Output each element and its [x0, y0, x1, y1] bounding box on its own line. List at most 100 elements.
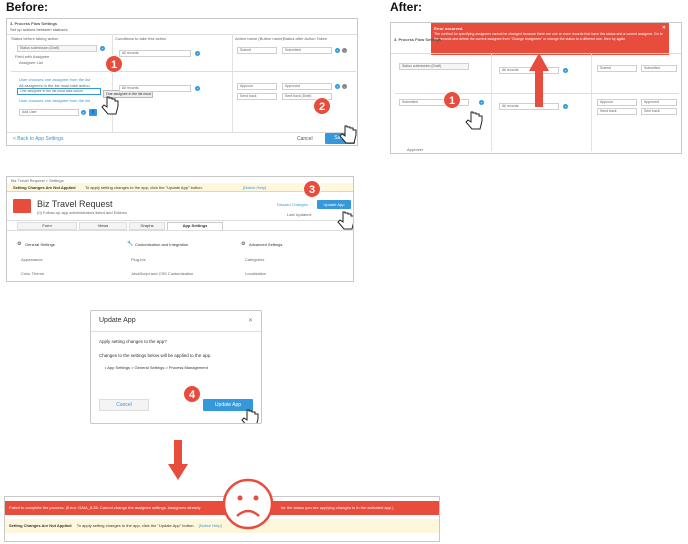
condition-select-2[interactable]: All records	[119, 85, 191, 92]
tab-app-settings[interactable]: App Settings	[167, 222, 223, 230]
general-settings-heading: General Settings	[25, 242, 55, 247]
item-js-css[interactable]: JavaScript and CSS Customization	[131, 271, 193, 276]
add-icon-2[interactable]: +	[479, 100, 484, 105]
tab-form[interactable]: Form	[17, 222, 77, 230]
hand-cursor-icon-3	[465, 111, 483, 130]
row-remove-icon-2[interactable]: -	[342, 84, 347, 89]
notice-detail-bottom: To apply setting changes to the app, cli…	[76, 523, 195, 528]
item-plugins[interactable]: Plug-ins	[131, 257, 145, 262]
action-name-3[interactable]: Send back	[237, 93, 277, 100]
down-arrow-icon	[168, 440, 188, 480]
cancel-button[interactable]: Cancel	[297, 136, 313, 142]
tab-views[interactable]: Views	[79, 222, 127, 230]
action-name-2[interactable]: Approve	[597, 99, 637, 106]
app-settings-panel: Biz Travel Request > Settings Setting Ch…	[6, 176, 354, 282]
step-badge-1: 1	[105, 55, 123, 73]
update-app-dialog: Update App ✕ Apply setting changes to th…	[90, 310, 262, 424]
col-action-name: Action name (Button name)	[235, 36, 284, 41]
user-choose-option[interactable]: User chooses one assignee from the list	[19, 77, 90, 82]
action-name-2[interactable]: Approve	[237, 83, 277, 90]
back-to-app-settings-link[interactable]: < Back to App Settings	[13, 136, 63, 142]
close-icon[interactable]: ✕	[248, 317, 253, 324]
section-title: 3. Process Flow Settings	[10, 21, 58, 26]
error-body: The method for specifying assignees cann…	[434, 32, 663, 41]
col-conditions: Conditions to take this action	[115, 36, 167, 41]
status-after-3[interactable]: Sent back	[641, 108, 677, 115]
before-process-flow-panel: 3. Process Flow Settings Set up actions …	[6, 18, 358, 146]
advanced-settings-heading: Advanced Settings	[249, 242, 283, 247]
assignee-list-label: Assignee List	[19, 60, 43, 65]
item-appearance[interactable]: Appearance	[21, 257, 43, 262]
dialog-title: Update App	[99, 317, 136, 324]
row-remove-icon[interactable]: -	[342, 48, 347, 53]
discard-changes-link[interactable]: Discard Changes	[277, 202, 308, 207]
notice-title: Setting Changes Are Not Applied	[13, 185, 76, 190]
step-badge-1-after: 1	[443, 91, 461, 109]
after-process-flow-panel: Error occurred. The method for specifyin…	[390, 22, 682, 154]
hand-cursor-icon-4	[337, 211, 353, 230]
notice-title-bottom: Setting Changes Are Not Applied	[9, 523, 72, 528]
search-icon[interactable]: ⌕	[81, 110, 86, 115]
customization-heading: Customization and Integration	[135, 242, 189, 247]
item-localization[interactable]: Localization	[245, 271, 266, 276]
step-badge-4: 4	[183, 385, 201, 403]
gear-icon: ⚙	[17, 241, 22, 247]
hand-cursor-icon-2	[339, 125, 357, 144]
status-after-1[interactable]: Submitted	[641, 65, 677, 72]
close-icon[interactable]: ✕	[662, 25, 666, 31]
wrench-icon: 🔧	[127, 241, 134, 247]
notice-help-link[interactable]: [Notice Help]	[243, 185, 266, 190]
add-icon[interactable]: +	[100, 46, 105, 51]
action-name-3[interactable]: Send back	[597, 108, 637, 115]
condition-add-icon-2[interactable]: +	[563, 104, 568, 109]
error-message-tail: for the status you are applying changes …	[281, 505, 394, 510]
section-subtitle: Set up actions between statuses	[10, 27, 68, 32]
item-categories[interactable]: Categories	[245, 257, 264, 262]
condition-add-icon[interactable]: +	[563, 68, 568, 73]
row-add-icon-2[interactable]: +	[335, 84, 340, 89]
status-after-2[interactable]: Approved	[282, 83, 332, 90]
notice-detail: To apply setting changes to the app, cli…	[85, 185, 203, 190]
notice-help-link-bottom[interactable]: [Notice Help]	[199, 523, 222, 528]
status-select-1[interactable]: Status submission (Draft)	[17, 45, 97, 52]
after-heading: After:	[390, 0, 422, 14]
app-description: (0) Follow-up app administrators listed …	[37, 210, 127, 215]
gear-icon-2: ⚙	[241, 241, 246, 247]
error-banner: Error occurred. The method for specifyin…	[431, 23, 669, 55]
condition-add-icon[interactable]: +	[195, 51, 200, 56]
error-title: Error occurred.	[434, 26, 464, 31]
hand-cursor-icon	[101, 96, 119, 115]
hand-cursor-icon-5	[241, 409, 259, 423]
row-add-icon[interactable]: +	[335, 48, 340, 53]
step-badge-2: 2	[313, 97, 331, 115]
status-after-1[interactable]: Submitted	[282, 47, 332, 54]
status-after-2[interactable]: Approved	[641, 99, 677, 106]
step-badge-3: 3	[303, 180, 321, 198]
sad-face-icon	[222, 478, 274, 530]
dialog-cancel-button[interactable]: Cancel	[99, 399, 149, 411]
assignee-label: Field with Assignee	[15, 54, 50, 59]
condition-add-icon-2[interactable]: +	[195, 86, 200, 91]
action-name-1[interactable]: Submit	[597, 65, 637, 72]
app-logo-icon	[13, 199, 31, 213]
notice-bar: Setting Changes Are Not Applied To apply…	[7, 183, 353, 192]
before-heading: Before:	[6, 0, 49, 14]
dialog-bullet: • App Settings > General Settings > Proc…	[105, 365, 208, 370]
add-user-input[interactable]: Add User	[19, 109, 79, 116]
tab-graphs[interactable]: Graphs	[129, 222, 165, 230]
update-app-button[interactable]: Update App	[317, 200, 351, 209]
user-icon[interactable]: 👤	[89, 109, 97, 116]
assignee-entry: Approver	[407, 147, 424, 152]
status-select-1[interactable]: Status submission (Draft)	[399, 63, 469, 70]
condition-select-1[interactable]: All records	[119, 50, 191, 57]
up-arrow-icon	[529, 53, 549, 107]
last-updated: Last Updated:	[287, 212, 312, 217]
user-choose-option-2[interactable]: User chooses one assignee from the list	[19, 98, 90, 103]
app-name: Biz Travel Request	[37, 199, 113, 209]
item-color-theme[interactable]: Color Theme	[21, 271, 44, 276]
assignee-dropdown[interactable]: One assignee in the list must take actio…	[17, 88, 101, 95]
action-name-1[interactable]: Submit	[237, 47, 277, 54]
col-status-after: Status after Action Taken	[283, 36, 328, 41]
dialog-detail: Changes to the settings below will be ap…	[99, 353, 212, 358]
dialog-question: Apply setting changes to the app?	[99, 339, 167, 344]
